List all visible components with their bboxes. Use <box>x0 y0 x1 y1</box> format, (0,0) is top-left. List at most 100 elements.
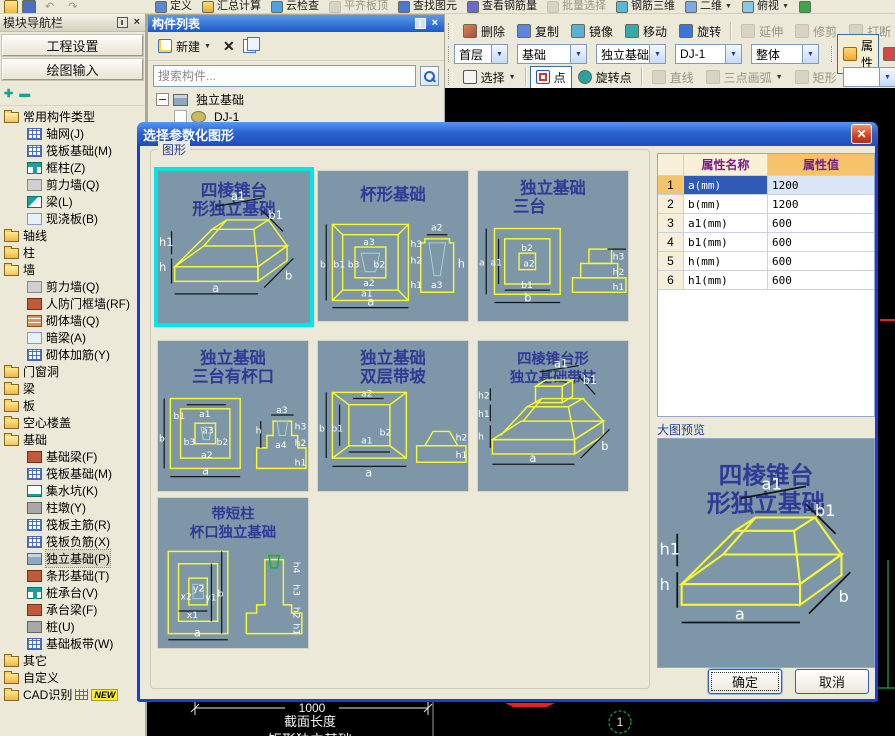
tree-item[interactable]: 墙 <box>0 261 145 278</box>
property-value-cell[interactable]: 1200 <box>768 176 874 195</box>
toolbar-button[interactable]: 查找图元 ▼ <box>393 0 462 13</box>
tree-item[interactable]: 现浇板(B) <box>0 210 145 227</box>
component-tree-root[interactable]: 独立基础 <box>148 91 444 108</box>
tree-item[interactable]: 基础梁(F) <box>0 448 145 465</box>
ok-button[interactable]: 确定 <box>708 669 782 694</box>
toolbar-button[interactable]: 钢筋三维 ▼ <box>611 0 680 13</box>
tree-item[interactable]: 筏板基础(M) <box>0 142 145 159</box>
thumb-pyramid-foundation[interactable]: 四棱锥台 形独立基础 a1 b1 h1 h a b <box>154 167 314 327</box>
collapse-all-icon[interactable]: ▬ <box>19 89 30 100</box>
draw-tool-button[interactable]: 点 ▼ <box>529 65 572 88</box>
thumb-two-layer-slope-foundation[interactable]: 独立基础 双层带坡 a2 b b1 b2 a1 a h2 h1 <box>317 340 469 492</box>
tree-item[interactable]: 桩(U) <box>0 618 145 635</box>
pin-icon[interactable] <box>414 18 426 29</box>
tree-item[interactable]: 柱 <box>0 244 145 261</box>
toolbar-button[interactable]: ▼ <box>794 0 819 13</box>
toolbar-grip[interactable] <box>448 46 450 62</box>
dialog-close-button[interactable]: ✕ <box>851 124 872 144</box>
new-component-button[interactable]: 新建 ▼ <box>154 37 215 56</box>
thumb-three-tier-foundation[interactable]: 独立基础 三台 a a1 b2 a2 b1 b h3 h2 h1 <box>477 170 629 322</box>
redo-button[interactable]: ↷ <box>63 0 82 13</box>
dialog-title-bar[interactable]: 选择参数化图形 ✕ <box>137 122 878 146</box>
toolbar-button[interactable]: ▼ <box>730 21 733 41</box>
thumb-three-tier-cup-foundation[interactable]: 独立基础 三台有杯口 b1 b a1 a3 b3 b2 a2 a a3 h a4… <box>157 340 309 492</box>
close-icon[interactable]: × <box>132 17 142 28</box>
table-row[interactable]: 6 h1(mm) 600 <box>658 271 874 290</box>
toolbar-button[interactable]: 汇总计算 ▼ <box>197 0 266 13</box>
context-combobox[interactable]: 基础 ▼ <box>517 44 587 64</box>
cancel-button[interactable]: 取消 <box>795 669 869 694</box>
tree-item[interactable]: 暗梁(A) <box>0 329 145 346</box>
toolbar-button[interactable]: 定义 ▼ <box>150 0 197 13</box>
tree-item[interactable]: 筏板主筋(R) <box>0 516 145 533</box>
search-input[interactable] <box>153 65 416 87</box>
toolbar-button[interactable]: 修剪 ▼ <box>789 20 843 43</box>
tree-item[interactable]: 筏板基础(M) <box>0 465 145 482</box>
tree-item[interactable]: 框柱(Z) <box>0 159 145 176</box>
tree-item[interactable]: 基础板带(W) <box>0 635 145 652</box>
toolbar-button[interactable]: 查看钢筋量 ▼ <box>462 0 542 13</box>
collapse-expander-icon[interactable] <box>156 93 169 106</box>
tree-item[interactable]: 桩承台(V) <box>0 584 145 601</box>
project-settings-button[interactable]: 工程设置 <box>2 35 143 56</box>
draw-tool-button[interactable]: ▼ <box>524 67 527 87</box>
tree-item[interactable]: 梁 <box>0 380 145 397</box>
context-combobox[interactable]: 整体 ▼ <box>751 44 819 64</box>
draw-tool-button[interactable]: 三点画弧 ▼ <box>700 66 789 89</box>
close-icon[interactable]: × <box>430 18 440 29</box>
tree-item[interactable]: 门窗洞 <box>0 363 145 380</box>
tree-item[interactable]: 筏板负筋(X) <box>0 533 145 550</box>
table-row[interactable]: 5 h(mm) 600 <box>658 252 874 271</box>
tree-item[interactable]: 轴线 <box>0 227 145 244</box>
tree-item[interactable]: 基础 <box>0 431 145 448</box>
cad-canvas-bottom[interactable]: 1000 截面长度 矩形独立基础 1 <box>147 700 878 736</box>
context-combobox[interactable]: 独立基础 ▼ <box>596 44 666 64</box>
context-combobox[interactable]: 首层 ▼ <box>454 44 508 64</box>
draw-tool-button[interactable]: 旋转点 ▼ <box>572 66 638 89</box>
property-value-cell[interactable]: 1200 <box>768 195 874 214</box>
table-row[interactable]: 4 b1(mm) 600 <box>658 233 874 252</box>
toolbar-button[interactable]: 移动 ▼ <box>619 20 673 43</box>
draw-tool-button[interactable]: 直线 ▼ <box>646 66 700 89</box>
tree-item[interactable]: 剪力墙(Q) <box>0 278 145 295</box>
tree-item[interactable]: 梁(L) <box>0 193 145 210</box>
delete-component-icon[interactable]: ✕ <box>223 38 235 55</box>
tree-item[interactable]: CAD识别 NEW <box>0 686 145 703</box>
thumb-short-column-cup-foundation[interactable]: 带短柱 杯口独立基础 x2 y2 y1 b x1 a h4 h3 h2 h1 <box>157 497 309 649</box>
tree-item[interactable]: 轴网(J) <box>0 125 145 142</box>
property-value-cell[interactable]: 600 <box>768 233 874 252</box>
toolbar-button[interactable]: 延伸 ▼ <box>735 20 789 43</box>
empty-combobox[interactable]: ▼ <box>842 67 895 87</box>
tree-item[interactable]: 常用构件类型 <box>0 108 145 125</box>
tree-item[interactable]: 砌体加筋(Y) <box>0 346 145 363</box>
property-value-cell[interactable]: 600 <box>768 214 874 233</box>
search-button[interactable] <box>419 66 439 86</box>
thumb-pyramid-with-column-foundation[interactable]: 四棱锥台形 独立基础带柱 a1 b1 h2 h1 h a b <box>477 340 629 492</box>
toolbar-button[interactable]: 平齐板顶 ▼ <box>324 0 393 13</box>
drawing-input-button[interactable]: 绘图输入 <box>2 59 143 80</box>
tree-item[interactable]: 柱墩(Y) <box>0 499 145 516</box>
property-value-cell[interactable]: 600 <box>768 252 874 271</box>
toolbar-button[interactable]: 复制 ▼ <box>511 20 565 43</box>
draw-tool-button[interactable]: ▼ <box>640 67 643 87</box>
tree-item[interactable]: 自定义 <box>0 669 145 686</box>
toolbar-grip[interactable] <box>831 46 833 62</box>
toolbar-button[interactable]: 批量选择 ▼ <box>542 0 611 13</box>
tree-item[interactable]: 人防门框墙(RF) <box>0 295 145 312</box>
toolbar-grip[interactable] <box>448 69 453 85</box>
tree-item[interactable]: 独立基础(P) <box>0 549 145 568</box>
save-icon[interactable] <box>22 0 36 13</box>
tree-item[interactable]: 条形基础(T) <box>0 567 145 584</box>
toolbar-button[interactable]: 删除 ▼ <box>457 20 511 43</box>
tree-item[interactable]: 空心楼盖 <box>0 414 145 431</box>
toolbar-button[interactable]: 云检查 ▼ <box>266 0 324 13</box>
table-row[interactable]: 1 a(mm) 1200 <box>658 176 874 195</box>
tree-item[interactable]: 板 <box>0 397 145 414</box>
toolbar-button[interactable]: 俯视 ▼ <box>737 0 794 13</box>
toolbar-button[interactable]: 二维 ▼ <box>680 0 737 13</box>
property-value-cell[interactable]: 600 <box>768 271 874 290</box>
table-row[interactable]: 2 b(mm) 1200 <box>658 195 874 214</box>
tree-item[interactable]: 集水坑(K) <box>0 482 145 499</box>
tree-item[interactable]: 其它 <box>0 652 145 669</box>
tree-item[interactable]: 砌体墙(Q) <box>0 312 145 329</box>
